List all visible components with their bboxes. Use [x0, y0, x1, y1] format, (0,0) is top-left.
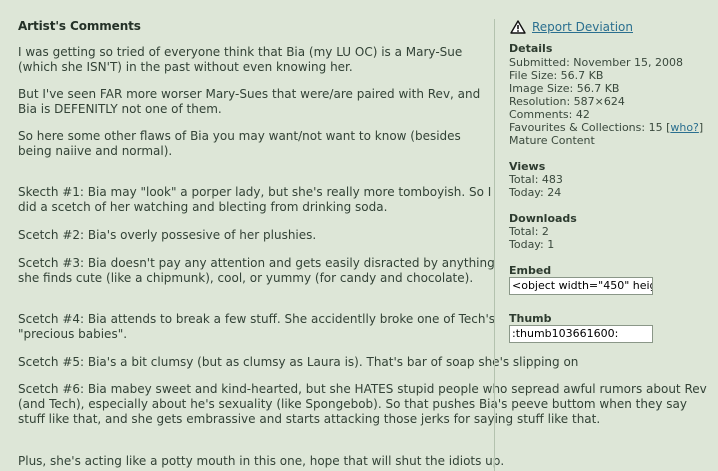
favourites-count: Favourites & Collections: 15 [who?]: [509, 121, 703, 134]
comment-paragraph-7: Scetch #4: Bia attends to break a few st…: [18, 312, 496, 341]
report-deviation-link[interactable]: Report Deviation: [532, 20, 633, 34]
comment-paragraph-1: I was getting so tried of everyone think…: [18, 45, 463, 74]
favourites-text: Favourites & Collections: 15 [: [509, 121, 671, 134]
comment-paragraph-6: Scetch #3: Bia doesn't pay any attention…: [18, 256, 495, 285]
image-size: Image Size: 56.7 KB: [509, 82, 620, 95]
comments-heading: Artist's Comments: [18, 19, 141, 33]
embed-label: Embed: [509, 264, 552, 277]
downloads-label: Downloads: [509, 212, 577, 225]
favourites-close: ]: [698, 121, 704, 134]
resolution: Resolution: 587×624: [509, 95, 625, 108]
comment-paragraph-3: So here some other flaws of Bia you may …: [18, 129, 461, 158]
views-today: Today: 24: [509, 186, 562, 199]
comment-paragraph-2: But I've seen FAR more worser Mary-Sues …: [18, 87, 481, 116]
views-total: Total: 483: [509, 173, 563, 186]
comments-count: Comments: 42: [509, 108, 590, 121]
who-link[interactable]: who?: [670, 121, 699, 134]
mature-content: Mature Content: [509, 134, 595, 147]
file-size: File Size: 56.7 KB: [509, 69, 604, 82]
comment-paragraph-4: Skecth #1: Bia may "look" a porper lady,…: [18, 185, 492, 214]
details-label: Details: [509, 42, 553, 55]
warning-triangle-icon: [510, 20, 526, 34]
downloads-total: Total: 2: [509, 225, 549, 238]
embed-code-field[interactable]: <object width="450" heig: [509, 277, 653, 295]
submitted-date: Submitted: November 15, 2008: [509, 56, 683, 69]
thumb-label: Thumb: [509, 312, 552, 325]
thumb-code-field[interactable]: :thumb103661600:: [509, 325, 653, 343]
downloads-today: Today: 1: [509, 238, 555, 251]
comment-paragraph-5: Scetch #2: Bia's overly possesive of her…: [18, 228, 317, 242]
deviation-sidebar: Report Deviation Details Submitted: Nove…: [494, 19, 718, 471]
report-deviation[interactable]: Report Deviation: [510, 20, 633, 34]
views-label: Views: [509, 160, 546, 173]
